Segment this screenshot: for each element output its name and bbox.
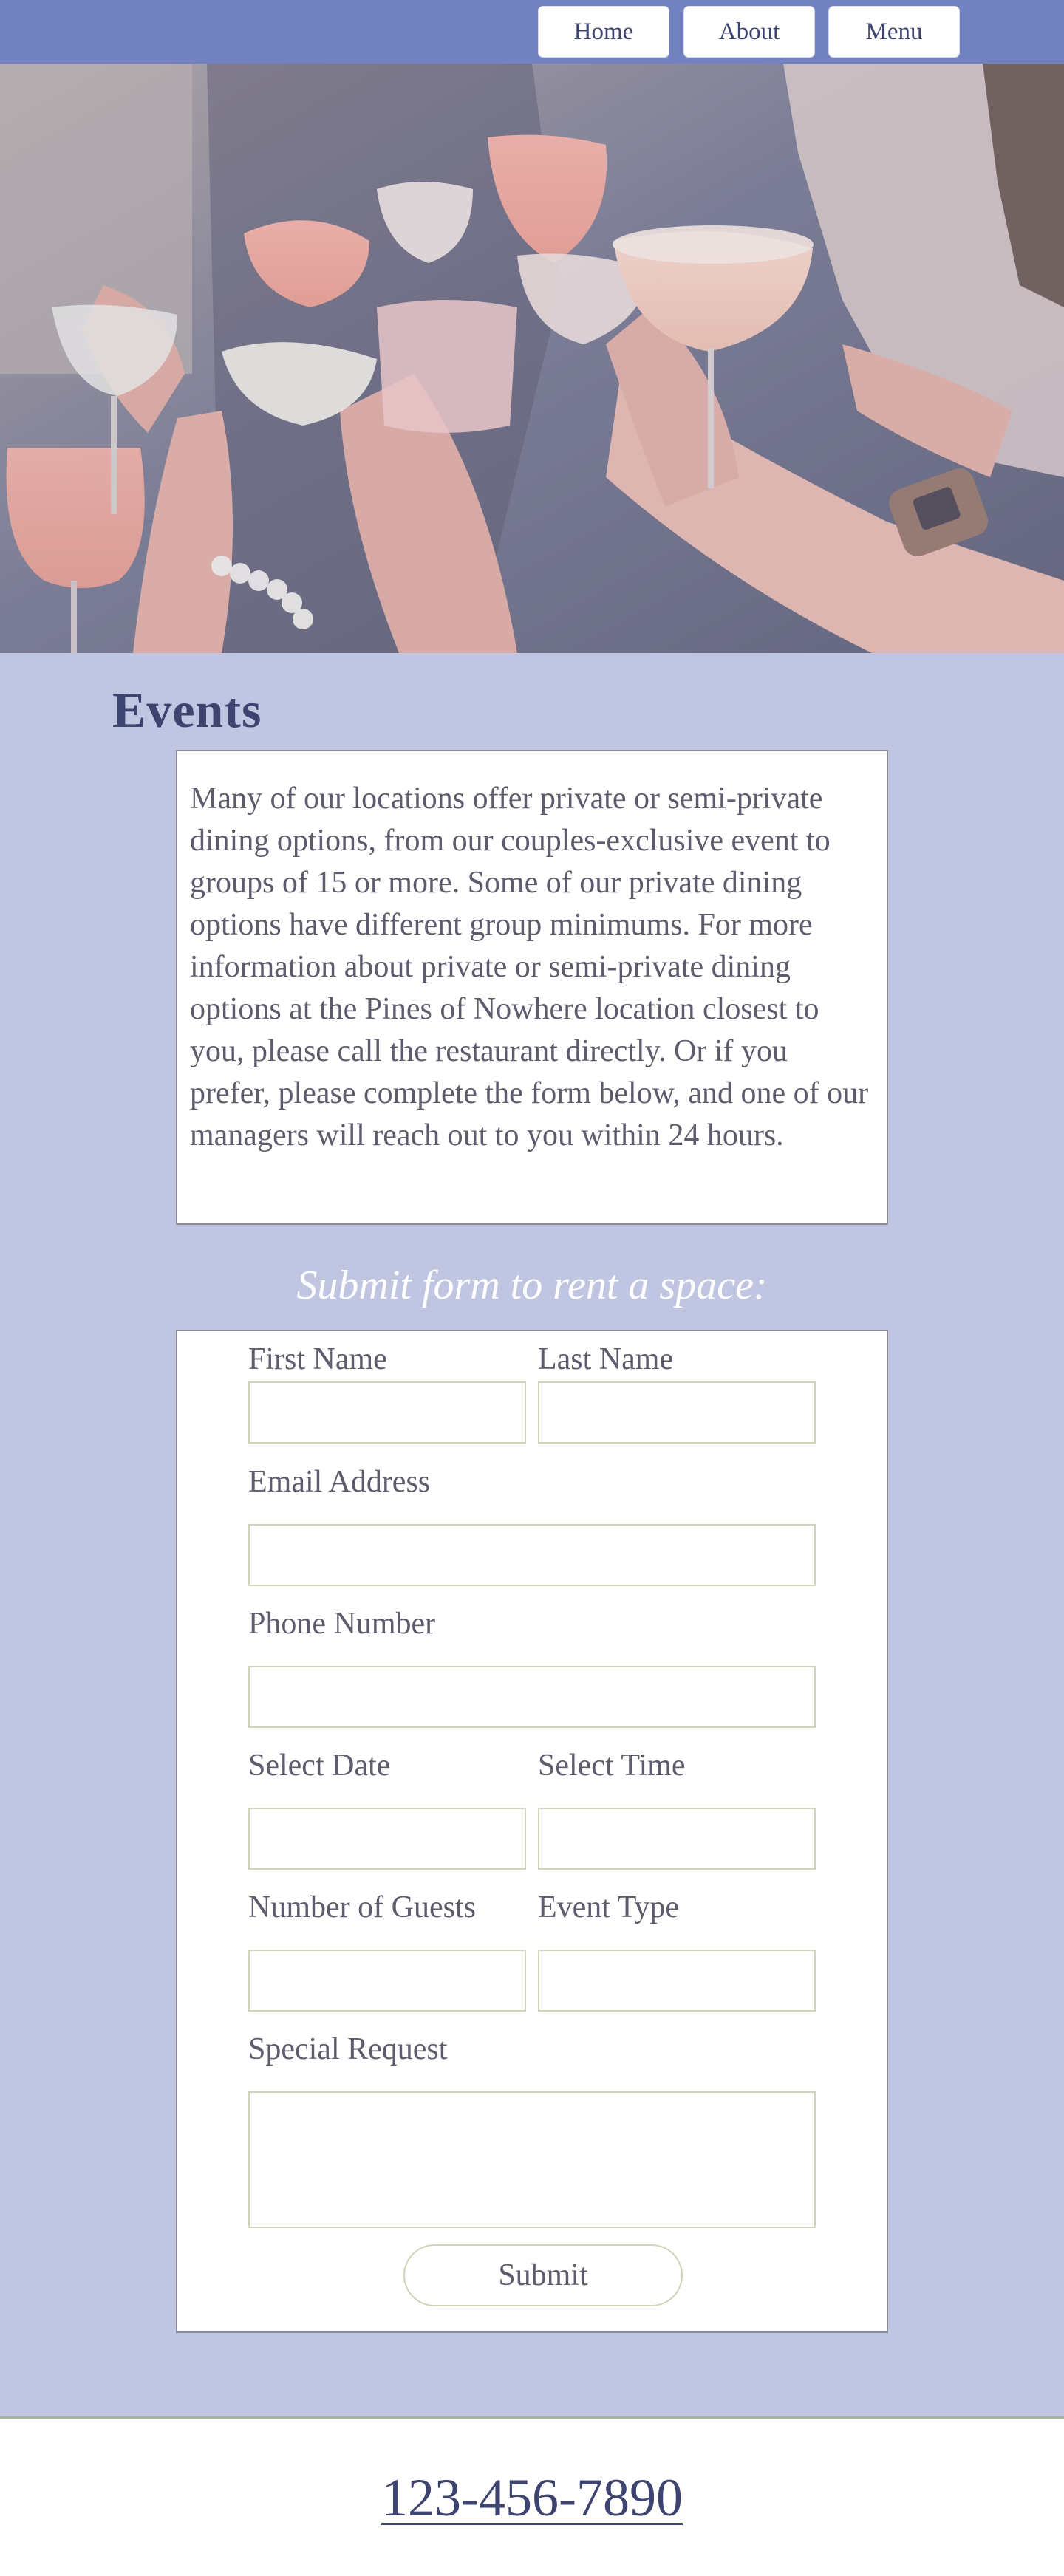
events-intro-box: Many of our locations offer private or s… — [176, 750, 888, 1225]
select-date-field[interactable] — [248, 1808, 526, 1870]
submit-button[interactable]: Submit — [403, 2244, 683, 2306]
nav-home-button[interactable]: Home — [538, 6, 669, 58]
footer: 123-456-7890 — [0, 2416, 1064, 2576]
first-name-field[interactable] — [248, 1381, 526, 1444]
select-time-field[interactable] — [538, 1808, 816, 1870]
events-title: Events — [112, 682, 262, 738]
phone-label: Phone Number — [248, 1607, 436, 1641]
first-name-label: First Name — [248, 1342, 387, 1376]
nav-menu-button[interactable]: Menu — [828, 6, 960, 58]
top-nav-bar: Home About Menu — [0, 0, 1064, 64]
last-name-label: Last Name — [538, 1342, 674, 1376]
special-request-textarea[interactable] — [248, 2091, 816, 2228]
event-type-field[interactable] — [538, 1950, 816, 2012]
email-field[interactable] — [248, 1524, 816, 1586]
cocktail-toast-illustration — [0, 64, 1064, 653]
last-name-field[interactable] — [538, 1381, 816, 1444]
events-intro-text: Many of our locations offer private or s… — [190, 782, 869, 1152]
select-date-label: Select Date — [248, 1749, 391, 1783]
nav-about-button[interactable]: About — [683, 6, 815, 58]
special-request-label: Special Request — [248, 2032, 448, 2066]
event-type-label: Event Type — [538, 1890, 680, 1924]
guests-field[interactable] — [248, 1950, 526, 2012]
phone-field[interactable] — [248, 1666, 816, 1728]
email-label: Email Address — [248, 1465, 431, 1499]
footer-phone-link[interactable]: 123-456-7890 — [0, 2467, 1064, 2529]
select-time-label: Select Time — [538, 1749, 686, 1783]
hero-image — [0, 64, 1064, 653]
guests-label: Number of Guests — [248, 1890, 476, 1924]
form-heading: Submit form to rent a space: — [296, 1263, 768, 1308]
